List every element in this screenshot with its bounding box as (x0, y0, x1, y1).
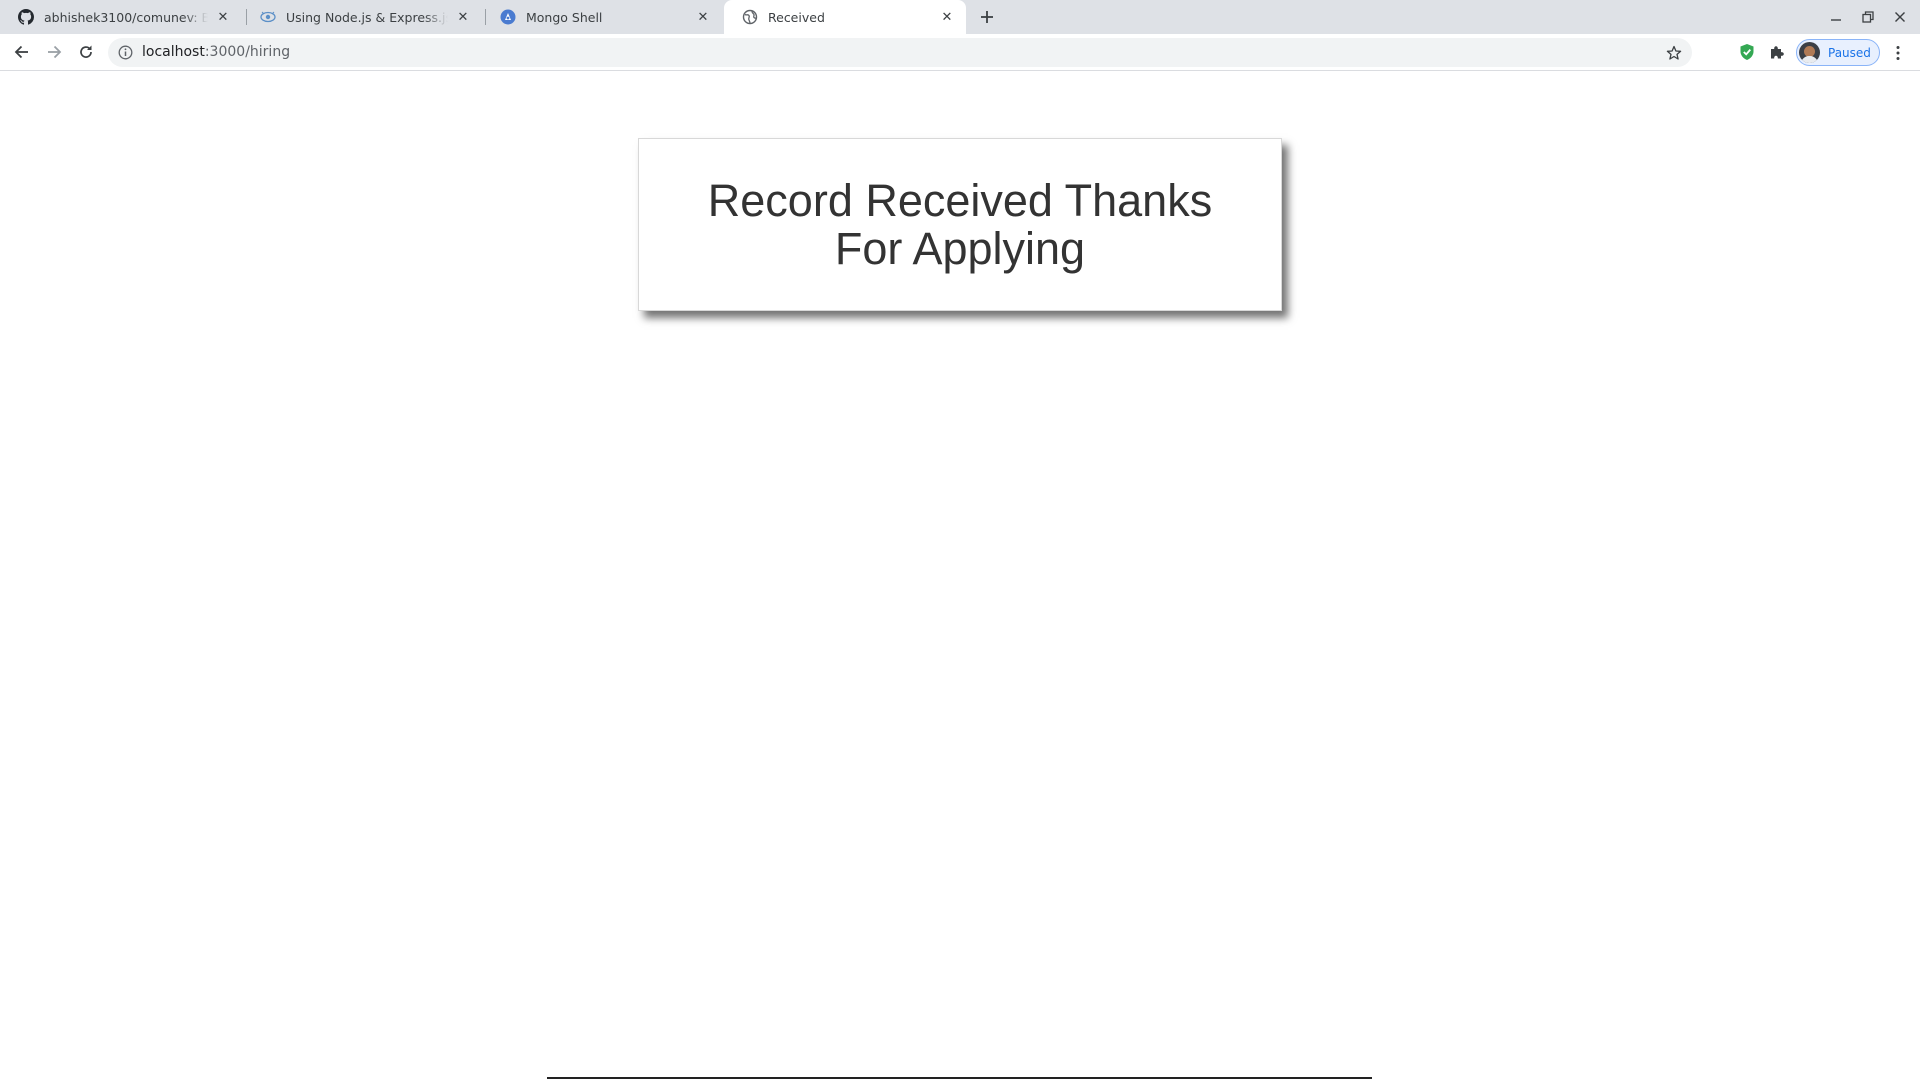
back-button[interactable] (8, 38, 36, 66)
close-tab-icon[interactable]: ✕ (454, 8, 472, 26)
url-text[interactable]: localhost:3000/hiring (142, 38, 290, 67)
plus-icon (981, 11, 993, 23)
tab-mongo-shell[interactable]: Mongo Shell ✕ (482, 0, 722, 34)
tab-title: abhishek3100/comunev: Backend (44, 9, 208, 25)
close-tab-icon[interactable]: ✕ (694, 8, 712, 26)
profile-button[interactable]: Paused (1796, 39, 1880, 66)
page-viewport: Record Received Thanks For Applying (0, 72, 1920, 1080)
avatar-icon (1799, 42, 1820, 63)
minimize-icon (1831, 19, 1841, 21)
restore-icon (1862, 11, 1874, 23)
eye-logo-icon (260, 9, 276, 25)
mongo-shell-icon (500, 9, 516, 25)
page-title: Record Received Thanks For Applying (707, 174, 1213, 274)
close-tab-icon[interactable]: ✕ (214, 8, 232, 26)
forward-button[interactable] (40, 38, 68, 66)
confirmation-card: Record Received Thanks For Applying (638, 138, 1282, 311)
reload-icon (80, 45, 92, 58)
tab-strip: abhishek3100/comunev: Backend ✕ Using No… (0, 0, 1920, 34)
minimize-button[interactable] (1824, 5, 1848, 29)
back-arrow-icon (14, 45, 28, 59)
tab-title: Received (768, 9, 825, 25)
tab-received[interactable]: Received ✕ (724, 0, 966, 34)
close-icon (1895, 12, 1905, 22)
kebab-menu-icon[interactable] (1886, 41, 1910, 65)
profile-status: Paused (1828, 45, 1871, 60)
url-path: :3000/hiring (204, 44, 291, 60)
info-icon[interactable] (118, 45, 133, 60)
url-host: localhost (142, 44, 205, 60)
new-tab-button[interactable] (975, 5, 999, 29)
close-window-button[interactable] (1888, 5, 1912, 29)
puzzle-piece-icon[interactable] (1766, 41, 1788, 63)
tab-title: Using Node.js & Express.js to save data (286, 9, 448, 25)
globe-icon (742, 9, 758, 25)
reload-button[interactable] (72, 38, 100, 66)
address-bar[interactable]: localhost:3000/hiring (108, 38, 1692, 67)
github-icon (18, 9, 34, 25)
shield-check-icon[interactable] (1736, 41, 1758, 63)
star-icon[interactable] (1664, 43, 1684, 63)
tab-nodejs-article[interactable]: Using Node.js & Express.js to save data … (242, 0, 482, 34)
tab-github[interactable]: abhishek3100/comunev: Backend ✕ (0, 0, 242, 34)
forward-arrow-icon (48, 45, 62, 59)
browser-toolbar: localhost:3000/hiring Paused (0, 34, 1920, 71)
close-tab-icon[interactable]: ✕ (938, 8, 956, 26)
tab-title: Mongo Shell (526, 9, 603, 25)
divider-line (547, 1077, 1372, 1079)
restore-button[interactable] (1856, 5, 1880, 29)
